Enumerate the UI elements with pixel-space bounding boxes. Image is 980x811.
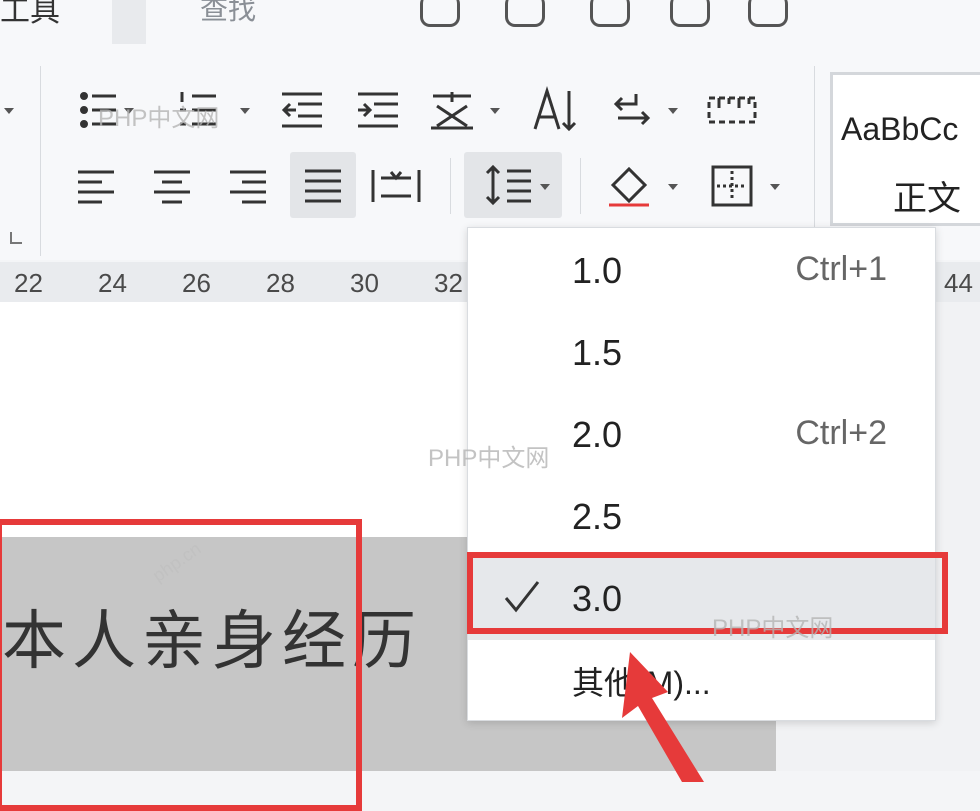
option-value: 2.0 — [572, 414, 623, 455]
ruler-tick: 28 — [266, 268, 295, 298]
line-spacing-option-2-5[interactable]: 2.5 — [468, 476, 935, 558]
option-shortcut: Ctrl+2 — [795, 414, 887, 452]
annotation-highlight — [467, 552, 948, 634]
distributed-icon — [371, 170, 421, 202]
shading-icon — [609, 166, 649, 207]
top-toolbar: 工具 查找 — [0, 0, 980, 47]
share-icon[interactable] — [420, 0, 460, 27]
divider — [40, 66, 41, 256]
tools-dropdown-button[interactable] — [112, 0, 146, 44]
style-sample-text: AaBbCc — [841, 111, 959, 147]
align-left-icon — [78, 170, 114, 204]
distributed-button[interactable] — [366, 156, 426, 216]
sort-button[interactable] — [602, 80, 662, 140]
line-spacing-icon — [485, 164, 531, 206]
ruler-tick: 22 — [14, 268, 43, 298]
sort-icon — [613, 94, 651, 126]
line-spacing-menu: 1.0 Ctrl+1 1.5 2.0 Ctrl+2 2.5 3.0 其他(M).… — [467, 227, 936, 721]
chinese-layout-icon — [431, 92, 473, 130]
chevron-down-icon[interactable] — [240, 108, 250, 114]
ruler-tick: 44 — [944, 268, 973, 298]
text-direction-icon — [533, 86, 577, 132]
ruler-tick: 32 — [434, 268, 463, 298]
align-right-icon — [230, 170, 266, 204]
search-label[interactable]: 查找 — [200, 0, 256, 28]
chevron-down-icon[interactable] — [540, 184, 550, 190]
option-value: 2.5 — [572, 496, 623, 537]
chevron-down-icon[interactable] — [770, 184, 780, 190]
justify-button[interactable] — [290, 152, 356, 218]
watermark: PHP中文网 — [98, 105, 220, 132]
chevron-down-icon[interactable] — [490, 108, 500, 114]
export-icon[interactable] — [670, 0, 710, 27]
chevron-down-icon[interactable] — [668, 108, 678, 114]
option-value: 1.0 — [572, 250, 623, 291]
divider — [580, 158, 581, 214]
chevron-down-icon[interactable] — [668, 184, 678, 190]
decrease-indent-button[interactable] — [272, 80, 332, 140]
line-spacing-option-1-5[interactable]: 1.5 — [468, 312, 935, 394]
dialog-launcher-icon[interactable] — [10, 232, 22, 244]
ruler-tick: 24 — [98, 268, 127, 298]
option-value: 1.5 — [572, 332, 623, 373]
watermark: PHP中文网 — [428, 445, 550, 472]
increase-indent-button[interactable] — [348, 80, 408, 140]
divider — [450, 158, 451, 214]
style-name: 正文 — [893, 180, 961, 218]
style-normal-card[interactable]: AaBbCc 正文 — [830, 72, 980, 226]
text-direction-button[interactable] — [524, 80, 584, 140]
line-spacing-option-1-0[interactable]: 1.0 Ctrl+1 — [468, 230, 935, 312]
arrow-icon — [622, 652, 704, 782]
ruler-tick: 26 — [182, 268, 211, 298]
shading-button[interactable] — [598, 156, 658, 216]
watermark: PHP中文网 — [712, 615, 834, 642]
tools-menu-label[interactable]: 工具 — [0, 0, 60, 30]
ruler-toggle-icon — [707, 96, 757, 124]
comment-icon[interactable] — [590, 0, 630, 27]
chinese-layout-button[interactable] — [422, 80, 482, 140]
ruler-tick: 30 — [350, 268, 379, 298]
align-right-button[interactable] — [218, 156, 278, 216]
decrease-indent-icon — [281, 92, 322, 128]
collab-icon[interactable] — [505, 0, 545, 27]
chevron-down-icon[interactable] — [4, 108, 14, 114]
align-center-button[interactable] — [142, 156, 202, 216]
align-center-icon — [154, 170, 190, 204]
settings-icon[interactable] — [748, 0, 788, 27]
option-shortcut: Ctrl+1 — [795, 250, 887, 288]
borders-button[interactable] — [702, 156, 762, 216]
justify-icon — [305, 169, 341, 203]
borders-icon — [711, 165, 753, 207]
align-left-button[interactable] — [66, 156, 126, 216]
increase-indent-icon — [358, 92, 398, 128]
ruler-toggle-button[interactable] — [702, 80, 762, 140]
